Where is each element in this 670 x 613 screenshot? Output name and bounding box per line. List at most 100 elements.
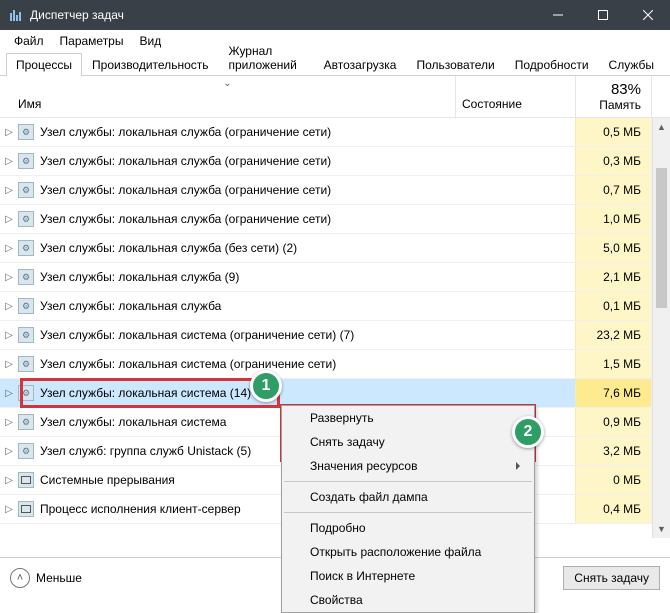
gear-icon: ⚙ <box>18 356 34 372</box>
expand-arrow-icon[interactable]: ▷ <box>0 214 18 225</box>
expand-arrow-icon[interactable]: ▷ <box>0 446 18 457</box>
expand-arrow-icon[interactable]: ▷ <box>0 330 18 341</box>
ctx-search-online[interactable]: Поиск в Интернете <box>282 564 534 588</box>
chevron-up-icon: ˄ <box>10 568 30 588</box>
table-row[interactable]: ▷⚙Узел службы: локальная служба (огранич… <box>0 118 670 147</box>
process-memory: 0,4 МБ <box>575 495 651 523</box>
tab-startup[interactable]: Автозагрузка <box>314 53 407 76</box>
header-name-label: Имя <box>18 97 41 111</box>
process-name: Узел службы: локальная служба (ограничен… <box>40 212 455 226</box>
ctx-resource-values[interactable]: Значения ресурсов <box>282 454 534 478</box>
process-name: Узел службы: локальная служба (ограничен… <box>40 183 455 197</box>
close-button[interactable] <box>625 0 670 30</box>
expand-arrow-icon[interactable]: ▷ <box>0 185 18 196</box>
ctx-separator <box>284 481 532 482</box>
tab-processes[interactable]: Процессы <box>6 53 82 76</box>
memory-percent: 83% <box>611 81 641 98</box>
gear-icon: ⚙ <box>18 298 34 314</box>
table-row[interactable]: ▷⚙Узел службы: локальная служба (без сет… <box>0 234 670 263</box>
process-memory: 0,1 МБ <box>575 292 651 320</box>
window-buttons <box>535 0 670 30</box>
ctx-expand[interactable]: Развернуть <box>282 406 534 430</box>
process-memory: 7,6 МБ <box>575 379 651 407</box>
table-row[interactable]: ▷⚙ Узел службы: локальная служба (огранич… <box>0 205 670 234</box>
process-name: Узел службы: локальная система (ограниче… <box>40 357 455 371</box>
process-memory: 5,0 МБ <box>575 234 651 262</box>
table-row[interactable]: ▷⚙Узел службы: локальная система (14)7,6… <box>0 379 670 408</box>
expand-arrow-icon[interactable]: ▷ <box>0 243 18 254</box>
gear-icon: ⚙ <box>18 385 34 401</box>
tabs: Процессы Производительность Журнал прило… <box>0 52 670 76</box>
expand-arrow-icon[interactable]: ▷ <box>0 272 18 283</box>
context-menu: Развернуть Снять задачу Значения ресурсо… <box>281 405 535 613</box>
header-name[interactable]: ⌄ Имя <box>0 76 455 117</box>
table-row[interactable]: ▷⚙ Узел службы: локальная система (ограни… <box>0 350 670 379</box>
process-memory: 0,5 МБ <box>575 118 651 146</box>
process-name: Узел службы: локальная служба <box>40 299 455 313</box>
gear-icon: ⚙ <box>18 327 34 343</box>
header-state[interactable]: Состояние <box>455 76 575 117</box>
gear-icon: ⚙ <box>18 269 34 285</box>
gear-icon: ⚙ <box>18 414 34 430</box>
column-headers: ⌄ Имя Состояние 83% Память <box>0 76 670 118</box>
vertical-scrollbar[interactable]: ▲ ▼ <box>652 118 670 538</box>
fewer-details-button[interactable]: ˄ Меньше <box>10 568 82 588</box>
process-name: Узел службы: локальная система (ограниче… <box>40 328 455 342</box>
process-memory: 0,7 МБ <box>575 176 651 204</box>
process-memory: 0,9 МБ <box>575 408 651 436</box>
tab-services[interactable]: Службы <box>599 53 664 76</box>
window-title: Диспетчер задач <box>30 8 535 22</box>
table-row[interactable]: ▷⚙ Узел службы: локальная служба (9) 2,1 М… <box>0 263 670 292</box>
expand-arrow-icon[interactable]: ▷ <box>0 156 18 167</box>
annotation-badge-2: 2 <box>512 416 544 448</box>
menu-view[interactable]: Вид <box>131 32 169 50</box>
fewer-details-label: Меньше <box>36 571 82 585</box>
gear-icon: ⚙ <box>18 124 34 140</box>
table-row[interactable]: ▷⚙ Узел службы: локальная система (ограни… <box>0 321 670 350</box>
maximize-button[interactable] <box>580 0 625 30</box>
end-task-button[interactable]: Снять задачу <box>563 566 660 590</box>
expand-arrow-icon[interactable]: ▷ <box>0 127 18 138</box>
process-memory: 23,2 МБ <box>575 321 651 349</box>
system-icon <box>18 501 34 517</box>
scroll-up-icon[interactable]: ▲ <box>653 118 670 136</box>
table-row[interactable]: ▷⚙Узел службы: локальная служба (огранич… <box>0 147 670 176</box>
expand-arrow-icon[interactable]: ▷ <box>0 301 18 312</box>
minimize-button[interactable] <box>535 0 580 30</box>
process-name: Узел службы: локальная служба (9) <box>40 270 455 284</box>
tab-users[interactable]: Пользователи <box>406 53 504 76</box>
table-row[interactable]: ▷⚙Узел службы: локальная служба (огранич… <box>0 176 670 205</box>
expand-arrow-icon[interactable]: ▷ <box>0 475 18 486</box>
system-icon <box>18 472 34 488</box>
scroll-thumb[interactable] <box>656 168 667 308</box>
process-memory: 0 МБ <box>575 466 651 494</box>
annotation-badge-1: 1 <box>250 370 282 402</box>
expand-arrow-icon[interactable]: ▷ <box>0 417 18 428</box>
titlebar: Диспетчер задач <box>0 0 670 30</box>
expand-arrow-icon[interactable]: ▷ <box>0 388 18 399</box>
ctx-open-location[interactable]: Открыть расположение файла <box>282 540 534 564</box>
gear-icon: ⚙ <box>18 211 34 227</box>
scrollbar-spacer <box>651 76 670 117</box>
gear-icon: ⚙ <box>18 443 34 459</box>
process-memory: 3,2 МБ <box>575 437 651 465</box>
expand-arrow-icon[interactable]: ▷ <box>0 359 18 370</box>
process-memory: 1,0 МБ <box>575 205 651 233</box>
ctx-details[interactable]: Подробно <box>282 516 534 540</box>
tab-details[interactable]: Подробности <box>505 53 599 76</box>
table-row[interactable]: ▷⚙ Узел службы: локальная служба 0,1 МБ <box>0 292 670 321</box>
tab-performance[interactable]: Производительность <box>82 53 218 76</box>
menu-file[interactable]: Файл <box>6 32 52 50</box>
process-memory: 2,1 МБ <box>575 263 651 291</box>
ctx-create-dump[interactable]: Создать файл дампа <box>282 485 534 509</box>
gear-icon: ⚙ <box>18 153 34 169</box>
process-memory: 0,3 МБ <box>575 147 651 175</box>
menu-options[interactable]: Параметры <box>52 32 132 50</box>
ctx-end-task[interactable]: Снять задачу <box>282 430 534 454</box>
expand-arrow-icon[interactable]: ▷ <box>0 504 18 515</box>
scroll-down-icon[interactable]: ▼ <box>653 520 670 538</box>
tab-app-history[interactable]: Журнал приложений <box>219 39 314 76</box>
ctx-properties[interactable]: Свойства <box>282 588 534 612</box>
header-memory[interactable]: 83% Память <box>575 76 651 117</box>
app-icon <box>8 7 24 23</box>
